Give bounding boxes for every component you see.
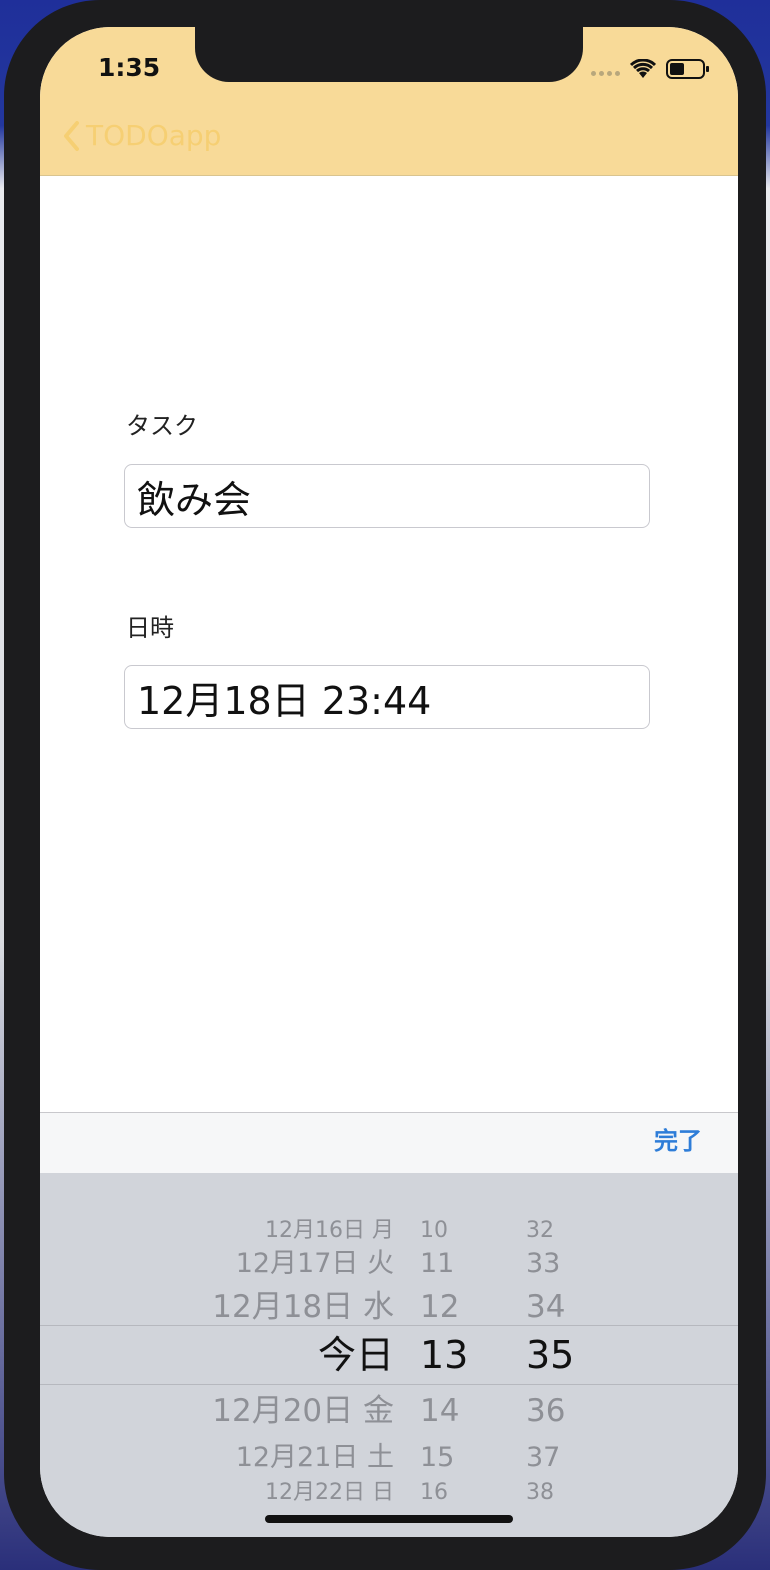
navigation-bar: 1:35 TODOapp <box>40 27 738 176</box>
picker-date: 12月17日 火 <box>235 1248 394 1279</box>
picker-minute: 34 <box>526 1289 566 1325</box>
picker-minute: 36 <box>526 1393 566 1429</box>
signal-icon <box>591 63 620 76</box>
picker-row[interactable]: 12月17日 火 11 33 <box>40 1244 738 1284</box>
status-indicators <box>591 57 710 81</box>
picker-row[interactable]: 12月18日 水 12 34 <box>40 1287 738 1327</box>
picker-hour: 11 <box>420 1248 455 1279</box>
datetime-label: 日時 <box>126 614 174 642</box>
picker-minute: 35 <box>526 1333 575 1377</box>
picker-date: 今日 <box>317 1333 394 1377</box>
battery-icon <box>666 58 710 80</box>
picker-minute: 38 <box>526 1480 554 1505</box>
chevron-left-icon <box>64 120 79 151</box>
picker-date: 12月20日 金 <box>212 1393 394 1429</box>
datetime-field[interactable]: 12月18日 23:44 <box>124 665 650 729</box>
picker-row[interactable]: 12月20日 金 14 36 <box>40 1391 738 1431</box>
home-indicator <box>265 1515 513 1523</box>
picker-date: 12月21日 土 <box>235 1442 394 1473</box>
back-button[interactable]: TODOapp <box>62 119 221 152</box>
done-button[interactable]: 完了 <box>654 1121 702 1156</box>
status-time: 1:35 <box>98 53 161 82</box>
screen: 1:35 TODOapp タスク 飲み会 日時 12月18日 23:44 完了 … <box>40 27 738 1537</box>
picker-hour: 13 <box>420 1333 469 1377</box>
picker-hour: 14 <box>420 1393 460 1429</box>
picker-row[interactable]: 今日 13 35 <box>40 1335 738 1375</box>
phone-frame: 1:35 TODOapp タスク 飲み会 日時 12月18日 23:44 完了 … <box>4 0 766 1570</box>
date-time-picker[interactable]: 12月16日 月 10 32 12月17日 火 11 33 12月18日 水 12 34 今日 13… <box>40 1173 738 1537</box>
picker-minute: 37 <box>526 1442 561 1473</box>
task-field[interactable]: 飲み会 <box>124 464 650 528</box>
picker-hour: 12 <box>420 1289 460 1325</box>
picker-row[interactable]: 12月21日 土 15 37 <box>40 1438 738 1478</box>
picker-hour: 16 <box>420 1480 448 1505</box>
task-label: タスク <box>126 412 198 440</box>
picker-hour: 15 <box>420 1442 455 1473</box>
back-button-label: TODOapp <box>86 119 222 152</box>
wifi-icon <box>630 59 656 79</box>
picker-minute: 33 <box>526 1248 561 1279</box>
picker-row[interactable]: 12月22日 日 16 38 <box>40 1473 738 1513</box>
picker-date: 12月18日 水 <box>212 1289 394 1325</box>
notch <box>195 27 583 82</box>
picker-date: 12月22日 日 <box>265 1480 394 1505</box>
picker-toolbar: 完了 <box>40 1112 738 1173</box>
